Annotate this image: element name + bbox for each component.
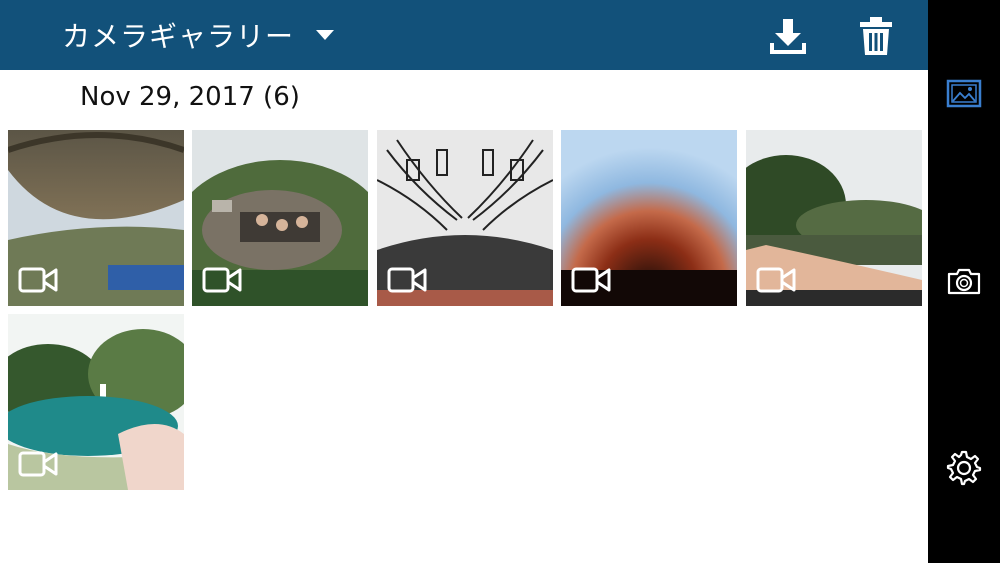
video-thumbnail[interactable]: [8, 130, 184, 306]
video-thumbnail[interactable]: [8, 314, 184, 490]
rail-item-settings[interactable]: [942, 446, 986, 490]
camera-icon: [947, 268, 981, 295]
video-thumbnail[interactable]: [377, 130, 553, 306]
trash-icon: [860, 17, 892, 55]
rail-item-camera[interactable]: [942, 259, 986, 303]
gear-icon: [946, 450, 982, 486]
page-title: カメラギャラリー: [62, 20, 295, 53]
video-camera-icon: [571, 267, 611, 293]
delete-button[interactable]: [854, 14, 898, 58]
video-camera-icon: [18, 451, 58, 477]
video-camera-icon: [387, 267, 427, 293]
video-thumbnail[interactable]: [192, 130, 368, 306]
caret-down-icon: [316, 30, 335, 40]
video-camera-icon: [18, 267, 58, 293]
video-thumbnail[interactable]: [746, 130, 922, 306]
top-bar: カメラギャラリー: [0, 0, 928, 70]
side-rail: [928, 0, 1000, 563]
date-heading: Nov 29, 2017 (6): [80, 82, 300, 112]
main-area: カメラギャラリー Nov 29, 2017 (6): [0, 0, 928, 563]
download-button[interactable]: [766, 14, 810, 58]
image-gallery-icon: [946, 79, 982, 108]
rail-item-gallery[interactable]: [942, 72, 986, 116]
video-camera-icon: [756, 267, 796, 293]
video-camera-icon: [202, 267, 242, 293]
download-icon: [770, 19, 806, 54]
gallery-selector[interactable]: カメラギャラリー: [62, 0, 335, 70]
video-thumbnail[interactable]: [561, 130, 737, 306]
